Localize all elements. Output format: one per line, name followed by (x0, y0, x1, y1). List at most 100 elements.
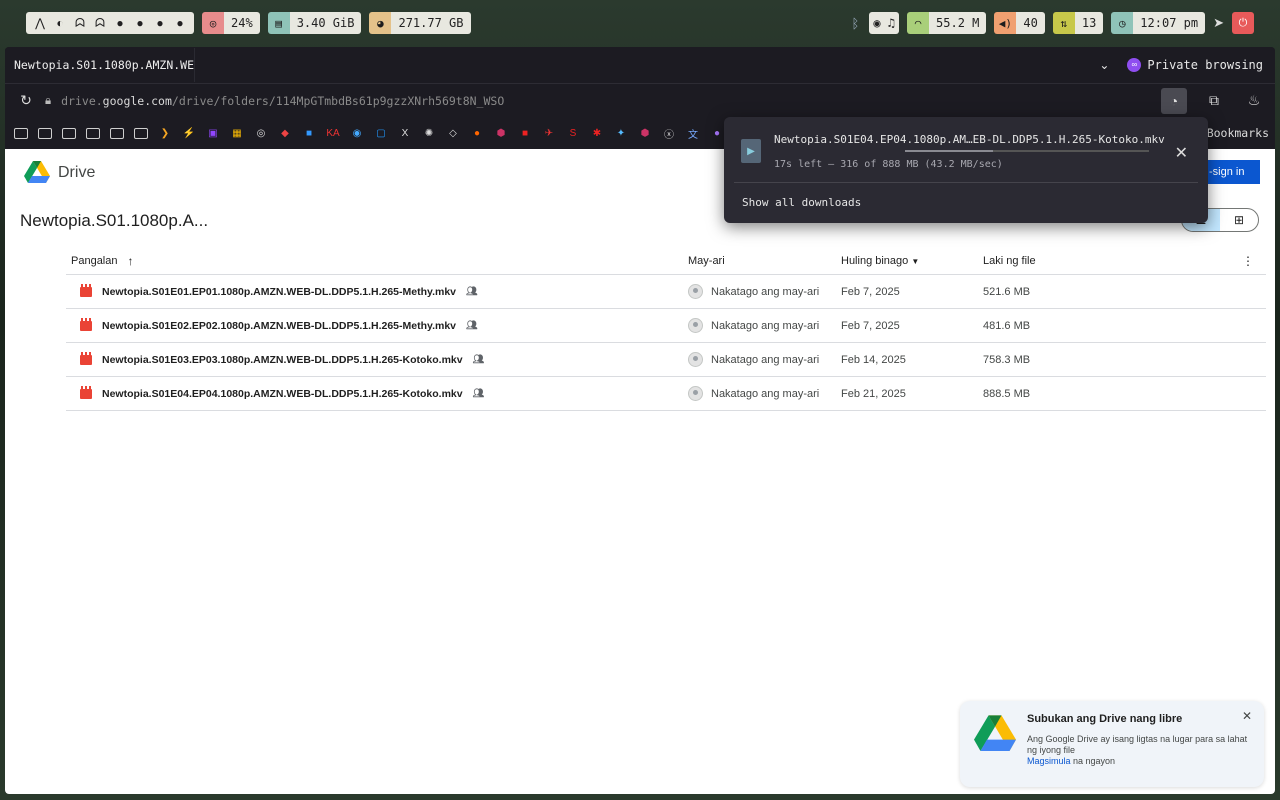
file-owner: Nakatago ang may-ari (711, 353, 820, 366)
tab-list-chevron-icon[interactable]: ⌄ (1099, 58, 1109, 72)
file-modified: Feb 14, 2025 (841, 353, 906, 366)
downloads-panel: ▶ Newtopia.S01E04.EP04.1080p.AM…EB-DL.DD… (724, 117, 1208, 223)
bookmark-folder-icon[interactable] (109, 125, 125, 141)
workspace-6[interactable]: ● (130, 16, 150, 30)
file-list: Newtopia.S01E01.EP01.1080p.AMZN.WEB-DL.D… (66, 275, 1266, 411)
lock-icon: 🔒︎ (45, 93, 52, 107)
bookmark-bird-icon[interactable]: ✦ (613, 125, 629, 141)
wifi-icon: ◠ (907, 12, 930, 34)
cancel-download-icon[interactable]: ✕ (1175, 143, 1188, 163)
clock-widget[interactable]: ◷ 12:07 pm (1111, 12, 1206, 34)
media-widget[interactable]: ◉ ♫ (869, 12, 900, 34)
file-modified: Feb 7, 2025 (841, 285, 900, 298)
file-name[interactable]: Newtopia.S01E03.EP03.1080p.AMZN.WEB-DL.D… (102, 354, 463, 366)
google-drive-promo-icon (974, 715, 1016, 751)
bookmark-circle-icon[interactable]: ◎ (253, 125, 269, 141)
bookmark-openai-icon[interactable]: ✺ (421, 125, 437, 141)
workspace-8[interactable]: ● (170, 16, 190, 30)
workspace-4[interactable]: ᗣ (90, 16, 110, 31)
bookmark-x2-icon[interactable]: ⓧ (661, 125, 677, 141)
bookmark-globe-icon[interactable]: ◉ (349, 125, 365, 141)
bookmark-reddit-icon[interactable]: ● (469, 125, 485, 141)
video-file-icon (80, 283, 92, 297)
extensions-icon[interactable]: ⧉ (1201, 88, 1227, 114)
download-progress-bar (905, 150, 1149, 152)
bookmark-square-icon[interactable]: ▢ (373, 125, 389, 141)
bookmark-folder-icon[interactable] (13, 125, 29, 141)
table-row[interactable]: Newtopia.S01E01.EP01.1080p.AMZN.WEB-DL.D… (66, 275, 1266, 309)
bookmark-plane-icon[interactable]: ✈ (541, 125, 557, 141)
bookmark-x-icon[interactable]: X (397, 125, 413, 141)
table-row[interactable]: Newtopia.S01E04.EP04.1080p.AMZN.WEB-DL.D… (66, 377, 1266, 411)
bookmark-spider-icon[interactable]: ✱ (589, 125, 605, 141)
tab-bar: Newtopia.S01.1080p.AMZN.WEB ⌄ ∞ Private … (5, 47, 1275, 83)
workspace-switcher[interactable]: ⋀ ◐ ᗣ ᗣ ● ● ● ● (26, 12, 194, 34)
video-file-icon (80, 317, 92, 331)
url-bar[interactable]: 🔒︎ drive.google.com/drive/folders/114MpG… (45, 88, 1161, 114)
column-modified[interactable]: Huling binago ▼ (841, 255, 983, 267)
bookmark-cube2-icon[interactable]: ⬢ (637, 125, 653, 141)
grid-view-icon[interactable]: ⊞ (1220, 209, 1258, 231)
workspace-5[interactable]: ● (110, 16, 130, 30)
bookmark-ka-icon[interactable]: KA (325, 125, 341, 141)
bookmark-translate-icon[interactable]: 文 (685, 125, 701, 141)
bookmark-sup-icon[interactable]: S (565, 125, 581, 141)
bookmark-red-icon[interactable]: ◆ (277, 125, 293, 141)
download-filename[interactable]: Newtopia.S01E04.EP04.1080p.AM…EB-DL.DDP5… (774, 133, 1165, 146)
promo-start-link[interactable]: Magsimula (1027, 756, 1071, 766)
drive-promo-card: Subukan ang Drive nang libre Ang Google … (960, 701, 1264, 787)
bookmark-cube-icon[interactable]: ⬢ (493, 125, 509, 141)
bookmark-icon[interactable]: ⚡ (181, 125, 197, 141)
bookmark-blue-icon[interactable]: ■ (301, 125, 317, 141)
file-owner: Nakatago ang may-ari (711, 285, 820, 298)
shared-people-icon: 👥︎ (472, 354, 485, 364)
bookmark-twitch-icon[interactable]: ▣ (205, 125, 221, 141)
browser-tab[interactable]: Newtopia.S01.1080p.AMZN.WEB (5, 48, 195, 82)
private-browsing-label: Private browsing (1147, 58, 1263, 72)
table-row[interactable]: Newtopia.S01E02.EP02.1080p.AMZN.WEB-DL.D… (66, 309, 1266, 343)
bookmark-grid-icon[interactable]: ▦ (229, 125, 245, 141)
more-options-icon[interactable]: ⋮ (1242, 254, 1266, 268)
column-name[interactable]: Pangalan ↑ (66, 254, 688, 268)
wifi-widget[interactable]: ◠ 55.2 M (907, 12, 987, 34)
close-icon[interactable]: ✕ (1242, 709, 1252, 723)
table-row[interactable]: Newtopia.S01E03.EP03.1080p.AMZN.WEB-DL.D… (66, 343, 1266, 377)
video-file-icon: ▶ (741, 139, 761, 163)
sign-in-button[interactable]: -sign in (1205, 160, 1260, 184)
drive-logo[interactable]: Drive (24, 161, 95, 184)
volume-widget[interactable]: ◀) 40 (994, 12, 1045, 34)
video-file-icon (80, 351, 92, 365)
app-menu-icon[interactable]: ♨ (1241, 88, 1267, 114)
bookmark-folder-icon[interactable] (61, 125, 77, 141)
cpu-value: 24% (224, 12, 260, 34)
workspace-7[interactable]: ● (150, 16, 170, 30)
bookmark-video-icon[interactable]: ■ (517, 125, 533, 141)
bookmark-diamond-icon[interactable]: ◇ (445, 125, 461, 141)
file-name[interactable]: Newtopia.S01E04.EP04.1080p.AMZN.WEB-DL.D… (102, 388, 463, 400)
workspace-2[interactable]: ◐ (50, 16, 70, 30)
bookmark-folder-icon[interactable] (133, 125, 149, 141)
updates-widget[interactable]: ⇅ 13 (1052, 12, 1104, 34)
file-name[interactable]: Newtopia.S01E02.EP02.1080p.AMZN.WEB-DL.D… (102, 320, 456, 332)
promo-body-text: Ang Google Drive ay isang ligtas na luga… (1027, 734, 1248, 755)
reload-icon[interactable]: ↻ (13, 88, 39, 114)
telegram-icon[interactable]: ➤ (1213, 15, 1224, 31)
show-all-downloads-button[interactable]: Show all downloads (742, 196, 861, 209)
workspace-3[interactable]: ᗣ (70, 16, 90, 31)
updates-icon: ⇅ (1052, 12, 1075, 34)
file-size: 888.5 MB (983, 387, 1031, 400)
power-widget[interactable]: ⏻ (1232, 12, 1254, 34)
bookmark-folder-icon[interactable] (85, 125, 101, 141)
bookmarks-menu[interactable]: Bookmarks (1207, 126, 1269, 140)
bookmark-folder-icon[interactable] (37, 125, 53, 141)
workspace-1[interactable]: ⋀ (30, 16, 50, 30)
sort-dropdown-icon[interactable]: ▼ (911, 257, 919, 266)
sort-arrow-up-icon[interactable]: ↑ (128, 254, 134, 268)
bookmark-misc-icon[interactable]: ● (709, 125, 725, 141)
bluetooth-icon[interactable]: ᛒ (852, 16, 860, 31)
downloads-icon[interactable]: ◔ (1161, 87, 1187, 114)
bookmark-plex-icon[interactable]: ❯ (157, 125, 173, 141)
file-name[interactable]: Newtopia.S01E01.EP01.1080p.AMZN.WEB-DL.D… (102, 286, 456, 298)
clock-icon: ◷ (1111, 12, 1134, 34)
folder-title[interactable]: Newtopia.S01.1080p.A... (20, 211, 208, 231)
